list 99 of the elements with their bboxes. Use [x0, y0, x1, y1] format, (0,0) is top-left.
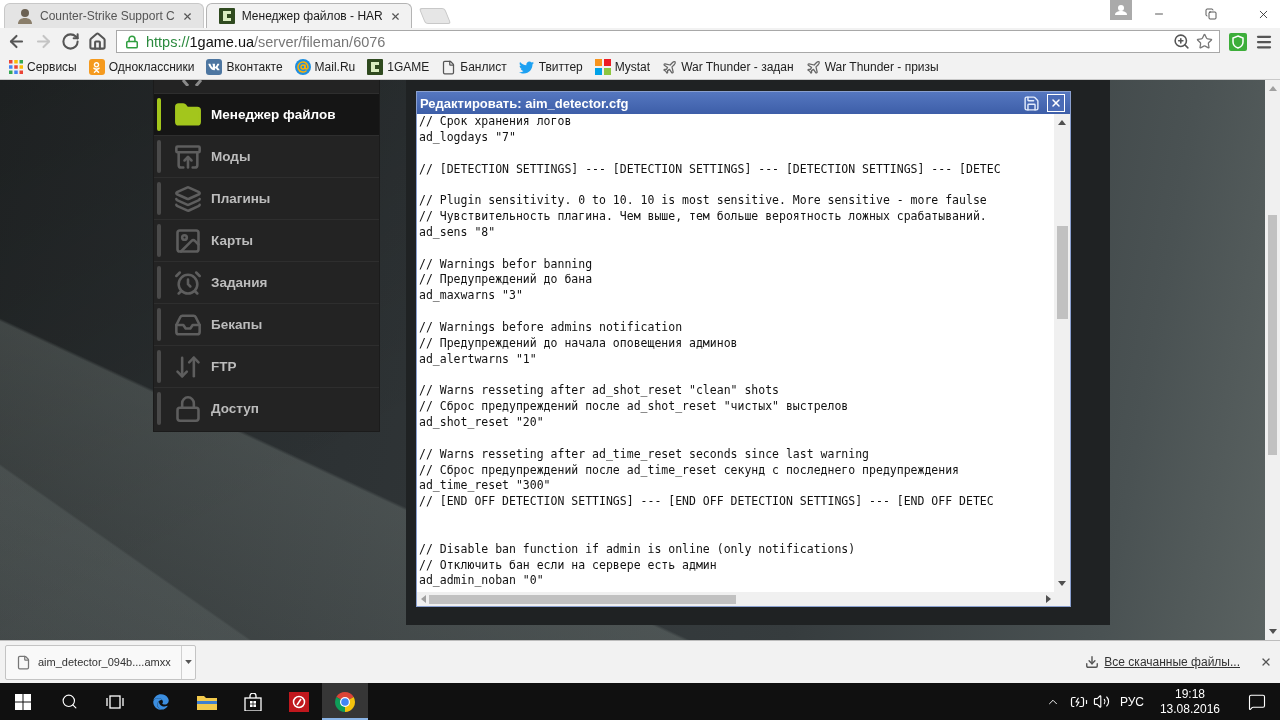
save-icon[interactable]: [1023, 94, 1040, 112]
notifications-icon[interactable]: [1248, 692, 1266, 711]
bookmark[interactable]: Вконтакте: [200, 56, 289, 78]
star-icon[interactable]: [1196, 33, 1213, 50]
bookmark[interactable]: 1GAME: [361, 56, 436, 78]
code-line: // Warnings before admins notification: [419, 319, 683, 336]
close-icon: [1050, 97, 1062, 109]
speaker-icon[interactable]: [1092, 693, 1110, 710]
code-line: // [END OFF DETECTION SETTINGS] --- [END OFF DETECTION SETTINGS] --- [END OFF DETEC: [419, 494, 994, 511]
code-line: // [DETECTION SETTINGS] --- [DETECTION SETTINGS] --- [DETECTION SETTINGS] --- [DETEC: [419, 161, 1001, 178]
scrollbar-thumb[interactable]: [1056, 226, 1068, 319]
code-line: // Plugin sensitivity. 0 to 10. 10 is most sensitive. More sensitive - more faulse: [419, 193, 987, 210]
bookmark[interactable]: War Thunder - призы: [799, 56, 945, 78]
code-line: // Warns resseting after ad_shot_reset "clean" shots: [419, 383, 780, 400]
folder-icon: [174, 100, 202, 129]
browser-tab[interactable]: Counter-Strike Support C: [4, 3, 204, 28]
task-view-icon: [106, 694, 124, 709]
arrow-right-icon[interactable]: [1045, 595, 1051, 603]
download-item[interactable]: aim_detector_094b....amxx: [5, 644, 196, 680]
clock-date[interactable]: 13.08.2016: [1159, 701, 1220, 717]
at-sign-icon: [294, 59, 311, 75]
code-line: ad_sens "8": [419, 224, 496, 241]
back-icon[interactable]: [7, 32, 26, 51]
caret-icon[interactable]: [185, 660, 192, 664]
close-icon[interactable]: [181, 10, 193, 22]
language-indicator[interactable]: РУС: [1119, 694, 1144, 709]
code-line: // Сброс предупреждений после ad_shot_reset "чистых" выстрелов: [419, 399, 849, 416]
browser-logo-icon: [335, 691, 355, 712]
dialog-title: Редактировать: aim_detector.cfg: [420, 95, 629, 111]
code-line: ad_logdays "7": [419, 129, 516, 146]
code-line: ad_admin_noban "0": [419, 573, 544, 590]
vertical-scrollbar[interactable]: [1054, 114, 1070, 592]
code-line: // Disable ban function if admin is online (only notifications): [419, 541, 856, 558]
code-line: // Предупреждений до начала оповещения админов: [419, 335, 738, 352]
code-line: // Сброс предупреждений после ad_time_reset секунд с последнего предупреждения: [419, 462, 960, 479]
bookmark[interactable]: Mail.Ru: [288, 56, 362, 78]
logo-icon: [367, 59, 384, 75]
code-line: // Отключить бан если на сервере есть админ: [419, 557, 717, 574]
bag-icon: [244, 692, 262, 711]
logo-icon: [218, 8, 235, 24]
windows-logo-icon: [15, 693, 31, 710]
arrow-up-icon[interactable]: [1058, 120, 1066, 125]
file-icon: [16, 654, 31, 670]
grid-icon: [9, 60, 23, 74]
person-icon: [17, 8, 33, 24]
page-icon: [441, 59, 457, 75]
figure-icon: [88, 59, 105, 75]
code-line: // Чувствительность плагина. Чем выше, тем больше вероятность ложных срабатываний.: [419, 209, 987, 225]
code-line: ad_alertwarns "1": [419, 351, 537, 368]
lock-icon: [125, 34, 139, 49]
bookmark[interactable]: Банлист: [435, 56, 513, 78]
tools-icon: [180, 80, 204, 86]
bird-icon: [518, 59, 535, 75]
plane-icon: [805, 59, 821, 75]
sidebar-item[interactable]: Менеджер файлов: [154, 93, 379, 135]
folder-icon: [197, 693, 217, 710]
bookmark[interactable]: War Thunder - задан: [656, 56, 800, 78]
search-icon: [60, 693, 78, 710]
squares-icon: [594, 59, 611, 75]
code-line: // Предупреждений до бана: [419, 272, 593, 289]
shield-icon[interactable]: [1229, 32, 1247, 51]
address-field[interactable]: https://1game.ua/server/fileman/6076: [116, 30, 1220, 53]
reload-icon[interactable]: [61, 32, 80, 51]
code-line: // Warnings befor banning: [419, 256, 593, 273]
circle-slash-icon: [289, 691, 309, 712]
bookmark[interactable]: Твиттер: [512, 56, 589, 78]
scrollbar-thumb[interactable]: [1268, 215, 1277, 455]
clock-time[interactable]: 19:18: [1174, 686, 1205, 702]
bookmark[interactable]: Mystat: [588, 56, 657, 78]
zoom-icon[interactable]: [1173, 33, 1190, 50]
logo-icon: [206, 59, 223, 75]
close-icon[interactable]: [389, 10, 401, 22]
horizontal-scrollbar[interactable]: [417, 592, 1054, 606]
close-button[interactable]: [1047, 94, 1065, 112]
alarm-clock-icon: [174, 268, 202, 297]
code-line: // Срок хранения логов: [419, 114, 572, 130]
bookmark[interactable]: Сервисы: [3, 56, 83, 78]
picture-icon: [174, 226, 202, 255]
code-line: ad_shot_reset "20": [419, 415, 544, 431]
layers-icon: [174, 184, 202, 213]
close-icon[interactable]: [1260, 656, 1272, 668]
home-icon[interactable]: [88, 32, 107, 51]
plane-icon: [662, 59, 678, 75]
box-arrow-up-icon: [174, 142, 202, 171]
browser-tab[interactable]: Менеджер файлов - HAR: [205, 3, 412, 28]
show-all-downloads-link[interactable]: Все скачанные файлы...: [1104, 655, 1240, 669]
page-scrollbar[interactable]: [1265, 80, 1280, 640]
lock-icon: [174, 394, 202, 423]
taskbar-button[interactable]: [322, 683, 368, 720]
bookmark[interactable]: Одноклассники: [82, 56, 201, 78]
download-icon: [1085, 655, 1100, 669]
code-line: ad_time_reset "300": [419, 478, 551, 495]
e-logo-icon: [153, 693, 169, 710]
arrow-down-icon[interactable]: [1268, 629, 1277, 634]
code-line: ad_maxwarns "3": [419, 288, 523, 305]
arrow-down-icon[interactable]: [1058, 581, 1066, 586]
restore-icon[interactable]: [1205, 8, 1217, 20]
scrollbar-thumb[interactable]: [429, 594, 736, 604]
code-line: // Warns resseting after ad_time_reset seconds since last warning: [419, 446, 870, 463]
